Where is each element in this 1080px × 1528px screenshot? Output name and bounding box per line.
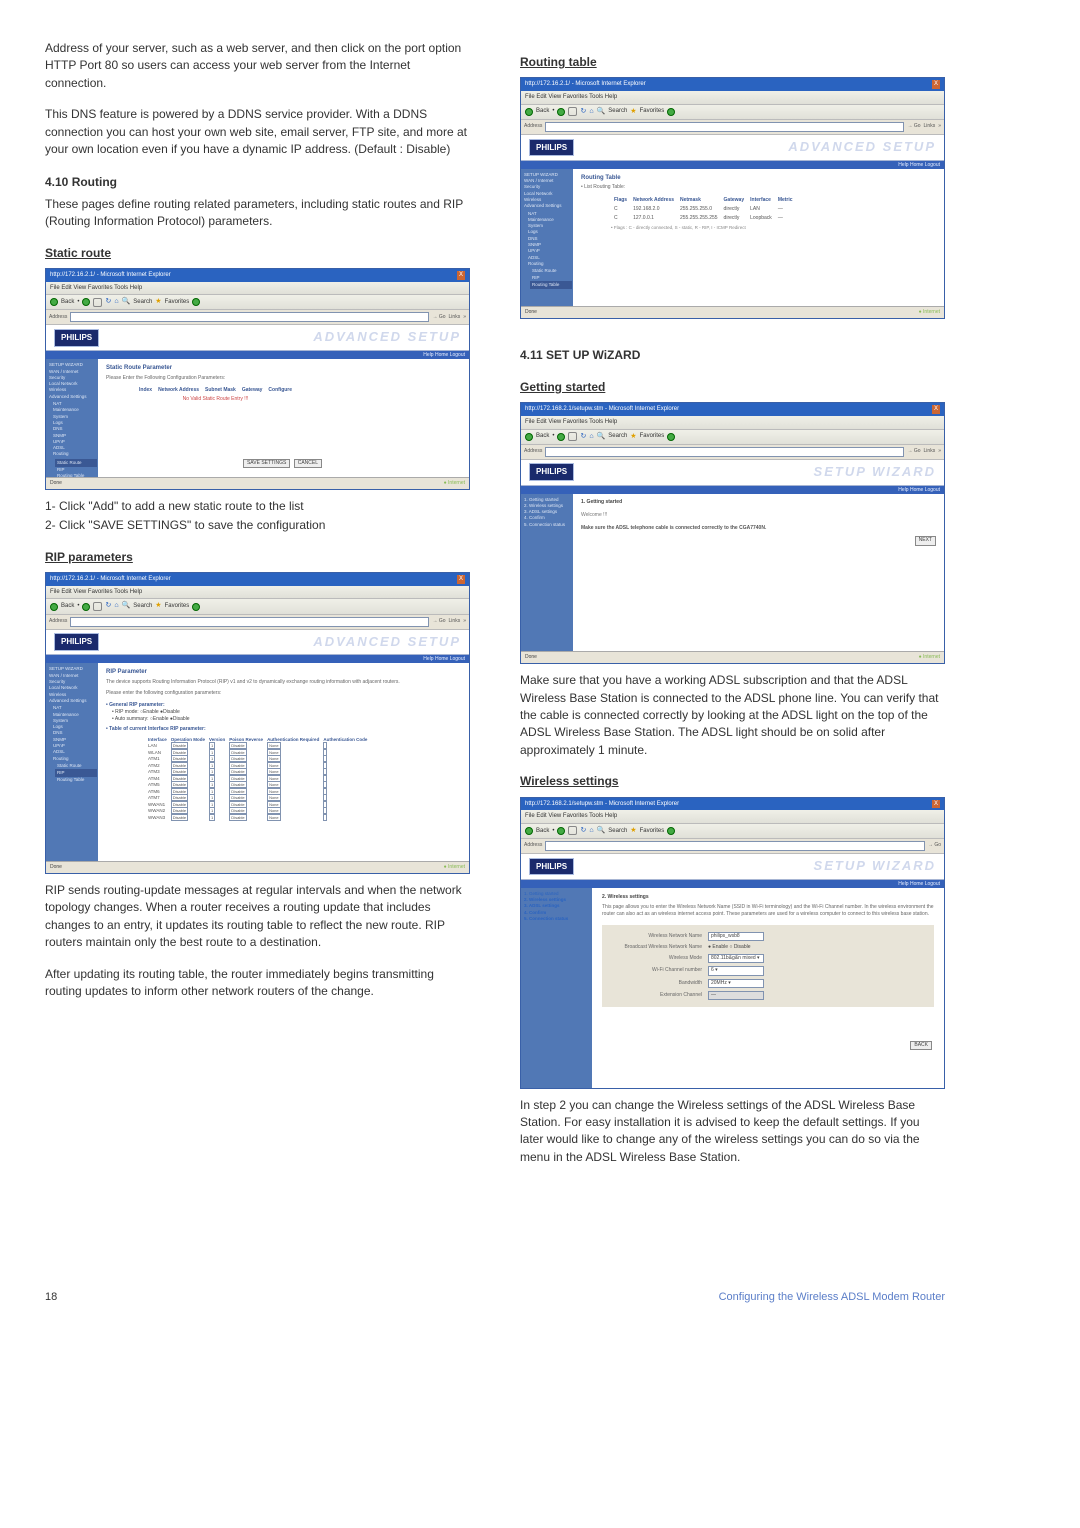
wireless-settings-screenshot: http://172.168.2.1/setupw.stm - Microsof…: [520, 797, 945, 1089]
routing-table-heading: Routing table: [520, 54, 945, 71]
philips-logo: PHILIPS: [54, 329, 99, 347]
brand-advanced-setup: ADVANCED SETUP: [313, 328, 461, 347]
routing-paragraph: These pages define routing related param…: [45, 196, 470, 231]
getting-started-paragraph: Make sure that you have a working ADSL s…: [520, 672, 945, 759]
rip-paragraph-1: RIP sends routing-update messages at reg…: [45, 882, 470, 952]
advanced-sidebar: SETUP WIZARD WAN / Internet Security Loc…: [46, 359, 98, 476]
rip-screenshot: http://172.16.2.1/ - Microsoft Internet …: [45, 572, 470, 874]
getting-started-screenshot: http://172.168.2.1/setupw.stm - Microsof…: [520, 402, 945, 664]
media-icon: [192, 298, 200, 306]
home-icon: ⌂: [114, 297, 118, 307]
routing-table-screenshot: http://172.16.2.1/ - Microsoft Internet …: [520, 77, 945, 319]
wireless-settings-heading: Wireless settings: [520, 773, 945, 790]
wifi-channel-select[interactable]: 6 ▾: [708, 966, 764, 975]
rip-paragraph-2: After updating its routing table, the ro…: [45, 966, 470, 1001]
stop-icon: [93, 298, 102, 307]
dns-paragraph-1: Address of your server, such as a web se…: [45, 40, 470, 92]
static-route-heading: Static route: [45, 245, 470, 262]
back-button[interactable]: BACK: [910, 1041, 932, 1050]
search-icon: 🔍: [122, 297, 131, 307]
wireless-network-name-input[interactable]: philips_wsb8: [708, 932, 764, 941]
footer-title: Configuring the Wireless ADSL Modem Rout…: [719, 1290, 945, 1306]
refresh-icon: ↻: [105, 297, 111, 307]
routing-heading: 4.10 Routing: [45, 174, 470, 191]
setup-wizard-heading: 4.11 SET UP WiZARD: [520, 347, 945, 364]
wireless-mode-select[interactable]: 802.11b&g&n mixed ▾: [708, 954, 764, 963]
page-number: 18: [45, 1290, 57, 1306]
getting-started-heading: Getting started: [520, 379, 945, 396]
save-settings-button[interactable]: SAVE SETTINGS: [243, 459, 290, 468]
address-bar: [70, 312, 429, 322]
static-route-screenshot: http://172.16.2.1/ - Microsoft Internet …: [45, 268, 470, 490]
favorites-icon: ★: [155, 297, 161, 307]
dns-paragraph-2: This DNS feature is powered by a DDNS se…: [45, 106, 470, 158]
back-icon: [50, 298, 58, 306]
forward-icon: [82, 298, 90, 306]
ie-menu: File Edit View Favorites Tools Help: [46, 282, 469, 296]
extension-channel-select: —: [708, 991, 764, 1000]
next-button[interactable]: NEXT: [915, 536, 936, 545]
wireless-paragraph: In step 2 you can change the Wireless se…: [520, 1097, 945, 1167]
static-step-1: 1- Click "Add" to add a new static route…: [45, 498, 470, 515]
bandwidth-select[interactable]: 20MHz ▾: [708, 979, 764, 988]
panel-title: Static Route Parameter: [106, 364, 461, 373]
rip-heading: RIP parameters: [45, 549, 470, 566]
cancel-button[interactable]: CANCEL: [294, 459, 322, 468]
static-step-2: 2- Click "SAVE SETTINGS" to save the con…: [45, 517, 470, 534]
